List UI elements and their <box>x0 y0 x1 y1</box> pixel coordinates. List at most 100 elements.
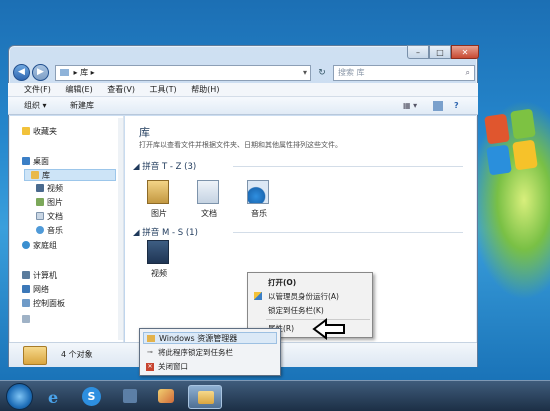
sidebar-item-music[interactable]: 音乐 <box>36 225 63 237</box>
maximize-button[interactable]: □ <box>429 45 451 59</box>
sidebar-item-label: 网络 <box>33 285 49 294</box>
sidebar-item-label: 图片 <box>47 198 63 207</box>
item-label: 文档 <box>201 209 217 218</box>
minimize-button[interactable]: – <box>407 45 429 59</box>
menu-tools[interactable]: 工具(T) <box>150 85 177 94</box>
sidebar-item-label: 计算机 <box>33 271 57 280</box>
sidebar-item-favorites[interactable]: 收藏夹 <box>22 126 57 138</box>
jump-item-label: 关闭窗口 <box>158 362 188 371</box>
menu-bar: 文件(F) 编辑(E) 查看(V) 工具(T) 帮助(H) <box>8 83 478 97</box>
group-header-m-s[interactable]: ◢ 拼音 M - S (1) <box>133 226 198 238</box>
taskbar-ie-button[interactable]: e <box>42 385 70 409</box>
star-icon <box>22 127 30 135</box>
item-label: 视频 <box>151 269 167 278</box>
command-toolbar: 组织 ▾ 新建库 ▦ ▾ ? <box>8 97 478 115</box>
taskbar-s-button[interactable]: S <box>78 385 106 409</box>
sidebar-item-video[interactable]: 视频 <box>36 183 63 195</box>
media-icon <box>123 389 137 403</box>
sidebar-item-label: 视频 <box>47 184 63 193</box>
page-description: 打开库以查看文件并根据文件夹、日期和其他属性排列这些文件。 <box>139 141 342 149</box>
navigation-bar: ◀ ▶ ▸ 库 ▸ ▾ ↻ 搜索 库 ⌕ <box>13 63 475 83</box>
menu-item-run-as-admin[interactable]: 以管理员身份运行(A) <box>268 291 339 302</box>
item-label: 音乐 <box>251 209 267 218</box>
taskbar-paint-button[interactable] <box>152 385 180 409</box>
shield-icon <box>254 292 262 300</box>
menu-help[interactable]: 帮助(H) <box>191 85 219 94</box>
sidebar-item-desktop[interactable]: 桌面 <box>22 156 49 168</box>
sidebar-item-label: 文档 <box>47 212 63 221</box>
documents-icon <box>36 212 44 220</box>
s-app-icon: S <box>82 387 101 406</box>
forward-button[interactable]: ▶ <box>32 64 49 81</box>
menu-item-open[interactable]: 打开(O) <box>268 277 296 288</box>
group-header-label: 拼音 T - Z (3) <box>142 162 197 172</box>
explorer-icon <box>147 335 155 342</box>
windows-flag-blue-icon <box>486 144 512 176</box>
chevron-down-icon[interactable]: ▾ <box>303 66 307 80</box>
library-folder-icon <box>60 69 69 76</box>
pin-icon: ⊸ <box>147 348 153 356</box>
sidebar-item-label: 控制面板 <box>33 299 65 308</box>
refresh-icon[interactable]: ↻ <box>315 66 329 80</box>
address-bar[interactable]: ▸ 库 ▸ ▾ <box>55 65 311 81</box>
video-icon <box>36 184 44 192</box>
menu-edit[interactable]: 编辑(E) <box>65 85 92 94</box>
group-divider <box>233 232 463 233</box>
sidebar-item-control-panel[interactable]: 控制面板 <box>22 298 65 310</box>
sidebar-item-documents[interactable]: 文档 <box>36 211 63 223</box>
jump-item-label: 将此程序锁定到任务栏 <box>158 348 233 357</box>
sidebar-item-label: 收藏夹 <box>33 127 57 136</box>
sidebar-item-homegroup[interactable]: 家庭组 <box>22 240 57 252</box>
library-icon <box>31 171 39 179</box>
sidebar-item-label: 音乐 <box>47 226 63 235</box>
new-library-button[interactable]: 新建库 <box>70 97 94 115</box>
taskbar-media-button[interactable] <box>116 385 144 409</box>
explorer-folder-icon <box>198 391 214 404</box>
view-options-icon[interactable]: ▦ ▾ <box>403 97 417 115</box>
windows-logo-glow <box>470 100 550 300</box>
preview-pane-icon[interactable] <box>433 101 443 111</box>
sidebar-item-computer[interactable]: 计算机 <box>22 270 57 282</box>
address-breadcrumb: ▸ 库 ▸ <box>73 68 95 77</box>
jump-item-label: Windows 资源管理器 <box>159 334 238 343</box>
collapse-icon: ◢ <box>133 228 143 238</box>
search-icon[interactable]: ⌕ <box>466 66 470 80</box>
pictures-icon <box>36 198 44 206</box>
group-header-t-z[interactable]: ◢ 拼音 T - Z (3) <box>133 160 196 172</box>
group-header-label: 拼音 M - S (1) <box>142 228 198 238</box>
sidebar-item-pictures[interactable]: 图片 <box>36 197 63 209</box>
menu-view[interactable]: 查看(V) <box>107 85 135 94</box>
network-icon <box>22 285 30 293</box>
help-icon[interactable]: ? <box>454 97 459 115</box>
sidebar-item-label: 库 <box>42 171 50 180</box>
item-label: 图片 <box>151 209 167 218</box>
paint-icon <box>158 389 174 403</box>
close-icon: ✕ <box>146 363 154 371</box>
internet-explorer-icon: e <box>48 388 59 407</box>
start-button[interactable] <box>6 383 33 410</box>
jump-item-pin[interactable]: ⊸ 将此程序锁定到任务栏 <box>143 347 277 359</box>
search-input[interactable]: 搜索 库 ⌕ <box>333 65 475 81</box>
menu-file[interactable]: 文件(F) <box>24 85 51 94</box>
navigation-pane: 收藏夹 桌面 库 视频 图片 文档 音乐 家庭组 计算机 网络 控制面板 <box>10 116 124 342</box>
navigation-pane-scrollbar[interactable] <box>118 118 123 340</box>
homegroup-icon <box>22 241 30 249</box>
status-count: 4 个对象 <box>61 350 93 359</box>
video-library-icon <box>147 240 169 264</box>
sidebar-item-label: 桌面 <box>33 157 49 166</box>
sidebar-item-recycle-bin[interactable] <box>22 314 33 326</box>
jump-item-close[interactable]: ✕ 关闭窗口 <box>143 361 277 373</box>
close-button[interactable]: ✕ <box>451 45 479 59</box>
collapse-icon: ◢ <box>133 162 143 172</box>
taskbar-explorer-button[interactable] <box>188 385 222 409</box>
organize-button[interactable]: 组织 ▾ <box>24 97 47 115</box>
menu-item-pin-taskbar[interactable]: 锁定到任务栏(K) <box>268 305 324 316</box>
back-button[interactable]: ◀ <box>13 64 30 81</box>
sidebar-item-network[interactable]: 网络 <box>22 284 49 296</box>
jump-item-explorer[interactable]: Windows 资源管理器 <box>143 332 277 344</box>
sidebar-item-libraries[interactable]: 库 <box>24 169 116 181</box>
documents-library-icon <box>197 180 219 204</box>
page-title: 库 <box>139 126 150 139</box>
computer-icon <box>22 271 30 279</box>
pointer-arrow-icon <box>312 318 345 340</box>
